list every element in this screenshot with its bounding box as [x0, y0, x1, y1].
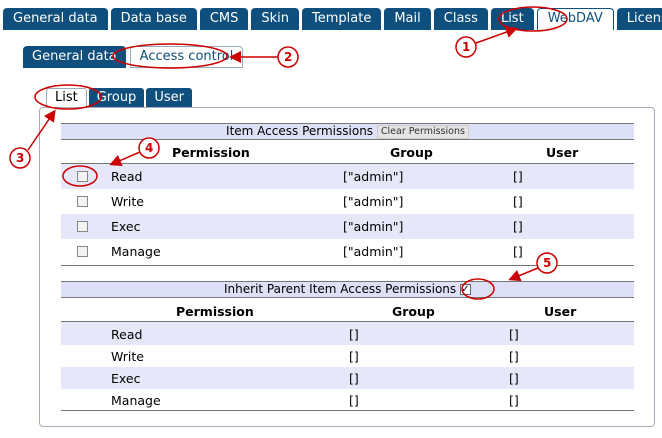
highlight-list-ellipse: [34, 84, 102, 110]
callout-arrow: [27, 109, 56, 151]
highlight-webdav-ellipse: [498, 6, 568, 32]
annotation-overlay: 1 2 3 4 5: [9, 6, 568, 300]
callout-number: 5: [543, 256, 551, 270]
callout-number: 2: [284, 50, 292, 64]
highlight-inherit-ellipse: [461, 278, 495, 300]
callout-arrow: [508, 267, 539, 282]
callout-number: 1: [462, 40, 470, 54]
callout-number: 4: [145, 141, 153, 155]
highlight-checkbox-ellipse: [62, 165, 98, 187]
callout-number: 3: [16, 151, 24, 165]
highlight-access-control-ellipse: [112, 43, 228, 69]
callout-arrow: [475, 26, 518, 44]
callout-arrow: [109, 151, 141, 166]
